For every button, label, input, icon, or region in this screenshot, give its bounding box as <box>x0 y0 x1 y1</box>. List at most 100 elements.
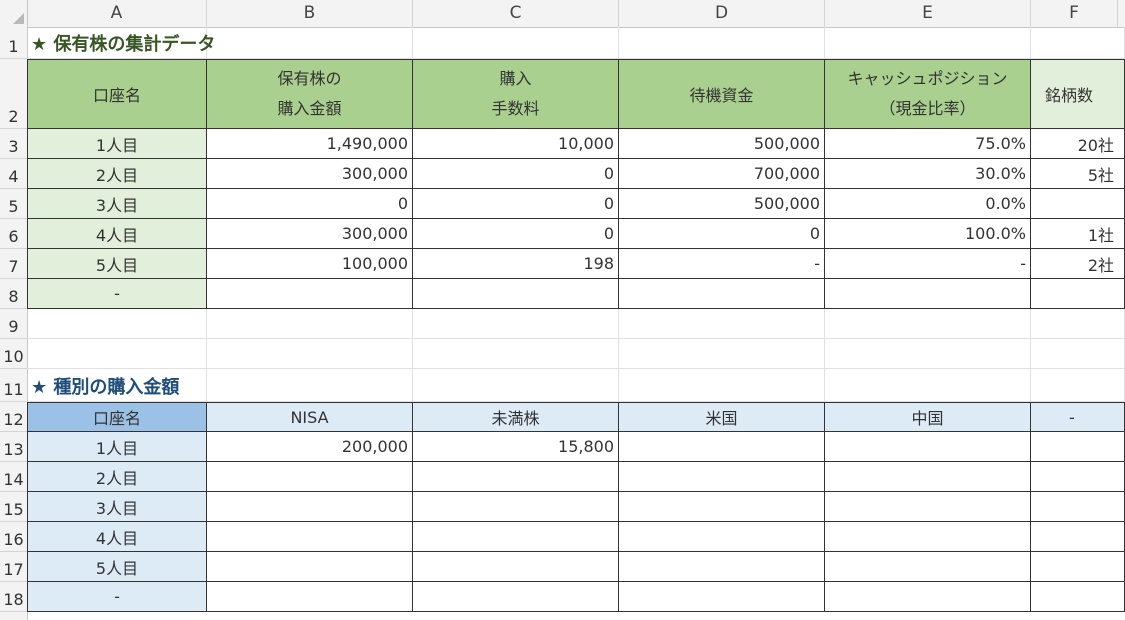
cash-ratio-cell[interactable]: 30.0% <box>825 159 1031 189</box>
china-cell[interactable] <box>825 552 1031 582</box>
account-name-cell[interactable]: 3人目 <box>27 492 207 522</box>
nisa-cell[interactable]: 200,000 <box>207 432 413 462</box>
account-name-cell[interactable]: 5人目 <box>27 552 207 582</box>
nisa-cell[interactable] <box>207 552 413 582</box>
purchase-amount-cell[interactable]: 100,000 <box>207 249 413 279</box>
us-cell[interactable] <box>619 492 825 522</box>
header-odd-lot[interactable]: 未満株 <box>413 402 619 432</box>
row-header[interactable]: 15 <box>0 492 27 522</box>
cash-cell[interactable]: 0 <box>619 219 825 249</box>
column-header-d[interactable]: D <box>619 0 825 27</box>
row-header[interactable]: 9 <box>0 309 27 339</box>
cell[interactable] <box>27 339 207 369</box>
cell[interactable] <box>825 309 1031 339</box>
purchase-amount-cell[interactable]: 300,000 <box>207 219 413 249</box>
stock-count-cell[interactable]: 1社 <box>1031 219 1125 249</box>
us-cell[interactable] <box>619 432 825 462</box>
stock-count-cell[interactable]: 2社 <box>1031 249 1125 279</box>
row-header[interactable]: 3 <box>0 129 27 159</box>
cash-ratio-cell[interactable]: 0.0% <box>825 189 1031 219</box>
cell[interactable] <box>27 309 207 339</box>
row-header[interactable]: 6 <box>0 219 27 249</box>
cell[interactable] <box>413 309 619 339</box>
fee-cell[interactable]: 0 <box>413 219 619 249</box>
cell[interactable] <box>619 27 825 59</box>
account-name-cell[interactable]: - <box>27 582 207 612</box>
china-cell[interactable] <box>825 582 1031 612</box>
purchase-amount-cell[interactable]: 1,490,000 <box>207 129 413 159</box>
fee-cell[interactable]: 10,000 <box>413 129 619 159</box>
header-account-name[interactable]: 口座名 <box>27 402 207 432</box>
header-cash-position[interactable]: キャッシュポジション （現金比率） <box>825 59 1031 129</box>
row-header[interactable]: 5 <box>0 189 27 219</box>
row-header[interactable]: 10 <box>0 339 27 369</box>
nisa-cell[interactable] <box>207 582 413 612</box>
header-purchase-amount[interactable]: 保有株の 購入金額 <box>207 59 413 129</box>
odd-lot-cell[interactable] <box>413 582 619 612</box>
odd-lot-cell[interactable]: 15,800 <box>413 432 619 462</box>
purchase-amount-cell[interactable]: 0 <box>207 189 413 219</box>
cell[interactable] <box>207 309 413 339</box>
cell[interactable] <box>619 369 825 402</box>
column-header-e[interactable]: E <box>825 0 1031 27</box>
cell[interactable] <box>207 339 413 369</box>
stock-count-cell[interactable] <box>1031 189 1125 219</box>
row-header[interactable]: 4 <box>0 159 27 189</box>
china-cell[interactable] <box>825 462 1031 492</box>
row-header[interactable]: 1 <box>0 27 27 59</box>
cell[interactable] <box>1031 309 1125 339</box>
cell[interactable] <box>1031 339 1125 369</box>
header-other[interactable]: - <box>1031 402 1125 432</box>
row-header[interactable]: 11 <box>0 369 27 402</box>
us-cell[interactable] <box>619 552 825 582</box>
cell[interactable] <box>413 339 619 369</box>
us-cell[interactable] <box>619 582 825 612</box>
account-name-cell[interactable]: - <box>27 279 207 309</box>
cash-cell[interactable] <box>619 279 825 309</box>
us-cell[interactable] <box>619 522 825 552</box>
cell[interactable] <box>413 369 619 402</box>
nisa-cell[interactable] <box>207 492 413 522</box>
cell-grid[interactable]: ★ 保有株の集計データ 口座名 保有株の 購入金額 購入 手数料 待機資金 キャ… <box>27 27 1125 620</box>
nisa-cell[interactable] <box>207 522 413 552</box>
cell[interactable] <box>825 369 1031 402</box>
header-nisa[interactable]: NISA <box>207 402 413 432</box>
account-name-cell[interactable]: 2人目 <box>27 462 207 492</box>
header-standby-cash[interactable]: 待機資金 <box>619 59 825 129</box>
cash-ratio-cell[interactable]: 100.0% <box>825 219 1031 249</box>
other-cell[interactable] <box>1031 522 1125 552</box>
nisa-cell[interactable] <box>207 462 413 492</box>
account-name-cell[interactable]: 2人目 <box>27 159 207 189</box>
column-header-b[interactable]: B <box>207 0 413 27</box>
china-cell[interactable] <box>825 522 1031 552</box>
account-name-cell[interactable]: 1人目 <box>27 432 207 462</box>
cell[interactable] <box>825 339 1031 369</box>
cash-ratio-cell[interactable]: - <box>825 249 1031 279</box>
fee-cell[interactable]: 0 <box>413 189 619 219</box>
row-header[interactable]: 12 <box>0 402 27 432</box>
column-header-a[interactable]: A <box>27 0 207 27</box>
column-header-c[interactable]: C <box>413 0 619 27</box>
cell[interactable] <box>1031 369 1125 402</box>
stock-count-cell[interactable]: 20社 <box>1031 129 1125 159</box>
purchase-amount-cell[interactable] <box>207 279 413 309</box>
cash-ratio-cell[interactable]: 75.0% <box>825 129 1031 159</box>
cash-cell[interactable]: 700,000 <box>619 159 825 189</box>
cash-cell[interactable]: 500,000 <box>619 129 825 159</box>
row-header[interactable]: 18 <box>0 582 27 612</box>
fee-cell[interactable] <box>413 279 619 309</box>
account-name-cell[interactable]: 4人目 <box>27 522 207 552</box>
header-account-name[interactable]: 口座名 <box>27 59 207 129</box>
header-stock-count[interactable]: 銘柄数 <box>1031 59 1125 129</box>
spreadsheet[interactable]: A B C D E F 1 2 3 4 5 6 7 8 9 10 11 12 1… <box>0 0 1125 620</box>
other-cell[interactable] <box>1031 432 1125 462</box>
cell[interactable] <box>207 27 413 59</box>
other-cell[interactable] <box>1031 462 1125 492</box>
row-header[interactable]: 13 <box>0 432 27 462</box>
other-cell[interactable] <box>1031 582 1125 612</box>
cash-ratio-cell[interactable] <box>825 279 1031 309</box>
row-header[interactable]: 14 <box>0 462 27 492</box>
cell[interactable] <box>619 309 825 339</box>
stock-count-cell[interactable] <box>1031 279 1125 309</box>
odd-lot-cell[interactable] <box>413 552 619 582</box>
